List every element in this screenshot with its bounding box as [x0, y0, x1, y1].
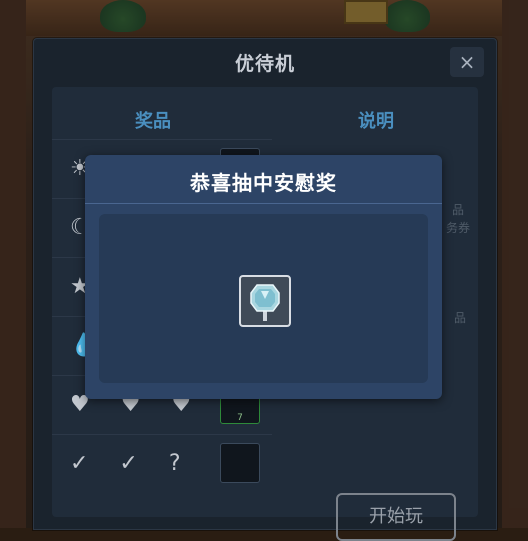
popup-title: 恭喜抽中安慰奖	[190, 171, 337, 195]
popup-header: 恭喜抽中安慰奖	[85, 155, 442, 204]
description-text: 品	[454, 311, 467, 325]
reward-slot[interactable]	[239, 275, 291, 327]
prize-thumbnail	[220, 443, 260, 483]
gem-icon	[250, 284, 280, 321]
description-column-header: 说明	[358, 111, 394, 132]
close-button[interactable]: ×	[450, 47, 484, 77]
check-icon: ✓ ✓ ?	[70, 451, 193, 476]
description-text: 务券	[446, 221, 471, 235]
result-popup: 恭喜抽中安慰奖	[85, 155, 442, 399]
dialog-title: 优待机	[234, 53, 295, 75]
prize-row: ✓ ✓ ?	[52, 434, 272, 493]
start-button[interactable]: 开始玩	[336, 493, 456, 541]
prize-column-header: 奖品	[135, 111, 171, 132]
prize-quantity: 7	[237, 413, 243, 423]
description-text: 品	[452, 203, 465, 217]
